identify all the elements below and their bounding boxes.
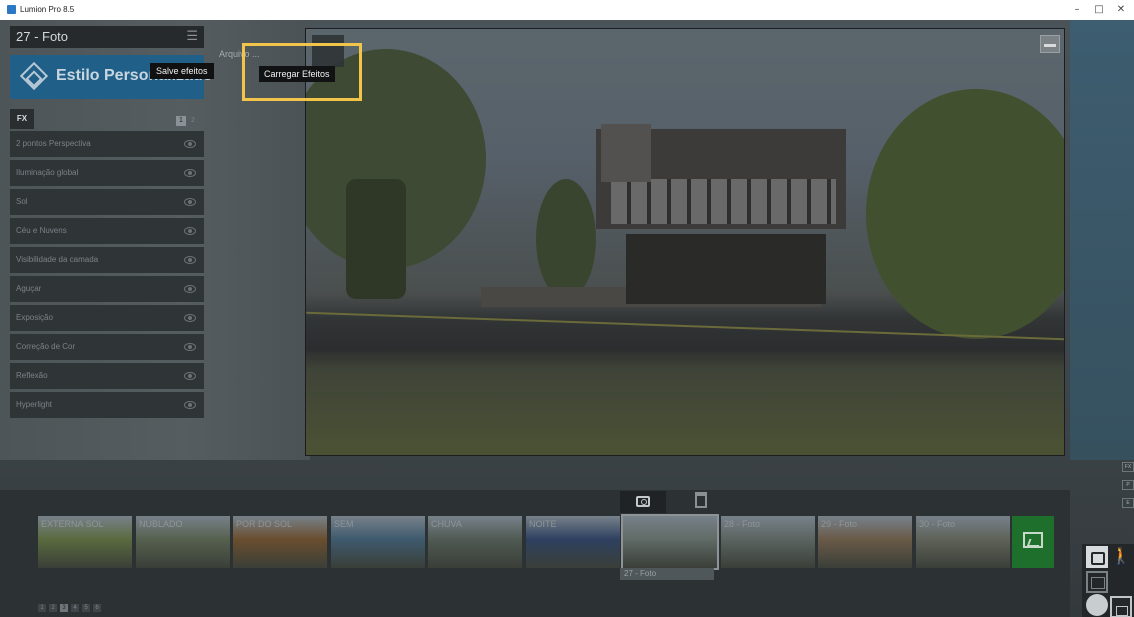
- filmstrip-page-2[interactable]: 2: [49, 604, 57, 612]
- effects-list: 2 pontos Perspectiva Iluminação global S…: [10, 131, 204, 421]
- thumbnail-label: NOITE: [529, 519, 557, 529]
- effect-item[interactable]: Hyperlight: [10, 392, 204, 418]
- thumbnail-label: EXTERNA SOL: [41, 519, 104, 529]
- filmstrip-page-1[interactable]: 1: [38, 604, 46, 612]
- photo-thumbnail[interactable]: SEM: [331, 516, 425, 568]
- window-title: Lumion Pro 8.5: [20, 5, 75, 14]
- mode-dock: 🚶 ⚙ ?: [1082, 544, 1134, 617]
- eye-icon[interactable]: [184, 140, 196, 148]
- effect-label: Iluminação global: [16, 168, 79, 177]
- eye-icon[interactable]: [184, 401, 196, 409]
- camera-icon: [636, 496, 650, 507]
- thumbnail-label: 29 - Foto: [821, 519, 858, 529]
- maximize-button[interactable]: □: [1088, 2, 1110, 18]
- minimize-button[interactable]: –: [1066, 2, 1088, 18]
- effect-item[interactable]: Sol: [10, 189, 204, 215]
- fx-page-1[interactable]: 1: [176, 116, 186, 126]
- photo-thumbnail[interactable]: [621, 514, 719, 570]
- thumbnail-label: NUBLADO: [139, 519, 183, 529]
- effect-label: Sol: [16, 197, 28, 206]
- movie-mode-button[interactable]: [1086, 571, 1108, 593]
- effect-item[interactable]: Exposição: [10, 305, 204, 331]
- photo-thumbnail[interactable]: CHUVA: [428, 516, 522, 568]
- effect-label: Céu e Nuvens: [16, 226, 67, 235]
- lumion-app-icon: [7, 5, 16, 14]
- edge-tabs: FX P E: [1122, 462, 1134, 522]
- thumbnail-image: [623, 516, 717, 568]
- filmstrip-page-6[interactable]: 6: [93, 604, 101, 612]
- photo-thumbnail[interactable]: 30 - Foto: [916, 516, 1010, 568]
- close-button[interactable]: ✕: [1110, 2, 1132, 18]
- effect-label: Aguçar: [16, 284, 42, 293]
- style-diamond-icon: [19, 61, 49, 91]
- load-effects-tooltip[interactable]: Carregar Efeitos: [259, 66, 335, 82]
- effect-item[interactable]: Reflexão: [10, 363, 204, 389]
- filmstrip-page-5[interactable]: 5: [82, 604, 90, 612]
- filmstrip-page-4[interactable]: 4: [71, 604, 79, 612]
- viewport-house-lower: [626, 234, 826, 304]
- render-viewport[interactable]: [305, 28, 1065, 456]
- effect-item[interactable]: Visibilidade da camada: [10, 247, 204, 273]
- eye-icon[interactable]: [184, 372, 196, 380]
- effect-label: Exposição: [16, 313, 53, 322]
- thumbnail-label: CHUVA: [431, 519, 462, 529]
- workspace: 27 - Foto ☰ Estilo Personalizado Salve e…: [0, 20, 1134, 617]
- photo-thumbnail[interactable]: 29 - Foto: [818, 516, 912, 568]
- thumbnail-label: POR DO SOL: [236, 519, 293, 529]
- viewport-tree: [536, 179, 596, 299]
- viewport-fullscreen-button[interactable]: [1040, 35, 1060, 53]
- walk-mode-icon[interactable]: 🚶: [1110, 546, 1132, 568]
- eye-icon[interactable]: [184, 285, 196, 293]
- save-effects-tooltip: Salve efeitos: [150, 63, 214, 79]
- effect-item[interactable]: Iluminação global: [10, 160, 204, 186]
- window-title-bar: Lumion Pro 8.5 – □ ✕: [0, 0, 1134, 20]
- save-icon[interactable]: [1110, 596, 1132, 617]
- trash-icon[interactable]: [695, 492, 707, 508]
- edge-tab[interactable]: E: [1122, 498, 1134, 508]
- fx-header: FX 1 2: [10, 109, 204, 129]
- photo-title: 27 - Foto: [16, 29, 69, 44]
- fx-page-2[interactable]: 2: [188, 116, 198, 126]
- viewport-house-tower: [601, 124, 651, 182]
- effect-item[interactable]: Correção de Cor: [10, 334, 204, 360]
- photo-thumbnail[interactable]: NUBLADO: [136, 516, 230, 568]
- eye-icon[interactable]: [184, 343, 196, 351]
- eye-icon[interactable]: [184, 169, 196, 177]
- effect-label: Hyperlight: [16, 400, 53, 409]
- edge-tab[interactable]: P: [1122, 480, 1134, 490]
- effect-label: Reflexão: [16, 371, 48, 380]
- photo-thumbnail[interactable]: POR DO SOL: [233, 516, 327, 568]
- photo-thumbnail[interactable]: 28 - Foto: [721, 516, 815, 568]
- filmstrip-page-3[interactable]: 3: [60, 604, 68, 612]
- eye-icon[interactable]: [184, 314, 196, 322]
- effect-label: Visibilidade da camada: [16, 255, 99, 264]
- photo-title-panel: 27 - Foto ☰: [10, 26, 204, 48]
- viewport-house-windows: [611, 179, 836, 224]
- photo-thumbnail[interactable]: EXTERNA SOL: [38, 516, 132, 568]
- 360-panorama-button[interactable]: [1086, 594, 1108, 616]
- eye-icon[interactable]: [184, 227, 196, 235]
- photo-thumbnail[interactable]: NOITE: [526, 516, 620, 568]
- selected-photo-caption: 27 - Foto: [620, 568, 714, 580]
- thumbnail-label: SEM: [334, 519, 354, 529]
- background-right-strip: [1070, 20, 1134, 460]
- viewport-tree: [866, 89, 1064, 339]
- effect-item[interactable]: Aguçar: [10, 276, 204, 302]
- viewport-tree: [346, 179, 406, 299]
- thumbnail-label: 28 - Foto: [724, 519, 761, 529]
- photo-mode-button[interactable]: [1086, 546, 1108, 568]
- image-icon: [1023, 532, 1043, 548]
- take-photo-button[interactable]: [620, 491, 666, 513]
- effect-item[interactable]: 2 pontos Perspectiva: [10, 131, 204, 157]
- render-gallery-button[interactable]: [1012, 516, 1054, 568]
- fx-tab[interactable]: FX: [10, 109, 34, 129]
- eye-icon[interactable]: [184, 198, 196, 206]
- thumbnail-label: 30 - Foto: [919, 519, 956, 529]
- effect-label: Correção de Cor: [16, 342, 76, 351]
- effect-label: 2 pontos Perspectiva: [16, 139, 91, 148]
- edge-tab[interactable]: FX: [1122, 462, 1134, 472]
- eye-icon[interactable]: [184, 256, 196, 264]
- effect-item[interactable]: Céu e Nuvens: [10, 218, 204, 244]
- hamburger-menu-icon[interactable]: ☰: [186, 29, 198, 44]
